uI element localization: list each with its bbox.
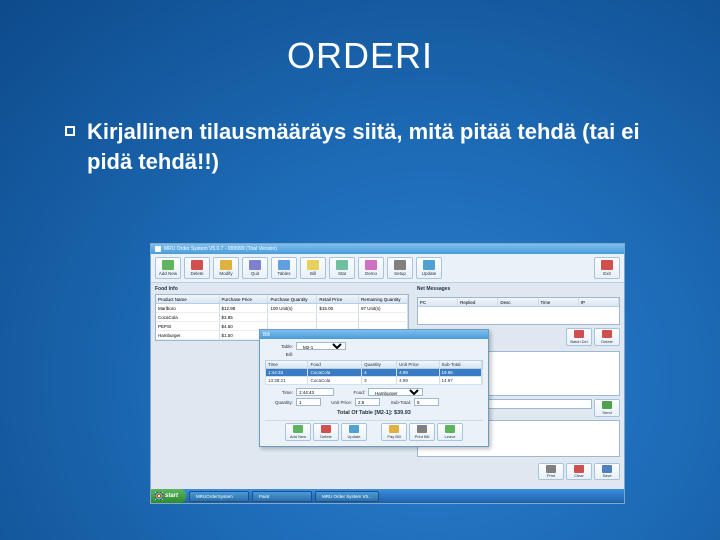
bill-delete-button[interactable]: Delete [313, 423, 339, 441]
delete-button[interactable]: Delete [184, 257, 210, 279]
net-table-header: PC Replied Desc Time IP [418, 298, 619, 307]
window-title: MRU Order System V5.0.7 - 999999 (Trial … [164, 246, 277, 252]
leave-button[interactable]: Leave [437, 423, 463, 441]
delete-icon [602, 330, 612, 338]
bullet-text: Kirjallinen tilausmääräys siitä, mitä pi… [87, 117, 670, 176]
bill-qty-label: Quantity: [265, 400, 293, 405]
bill-subtotal-label: Sub-Total: [383, 400, 411, 405]
bill-food-label: Food: [337, 390, 365, 395]
demo-button[interactable]: Demo [358, 257, 384, 279]
bill-qty-input[interactable] [296, 398, 321, 406]
bill-unitprice-label: Unit Price: [324, 400, 352, 405]
print-icon [417, 425, 427, 433]
bill-addnew-button[interactable]: Add New [285, 423, 311, 441]
bill-food-select[interactable]: Hamburger [368, 388, 423, 396]
table-row[interactable]: 1:44:33CocaCola44.9919.96 [265, 369, 483, 377]
exit-button[interactable]: Exit [594, 257, 620, 279]
taskbar-item[interactable]: Paint [252, 491, 312, 502]
bill-button[interactable]: Bill [300, 257, 326, 279]
exit-icon [601, 260, 613, 270]
bill-dialog[interactable]: Bill Table: M2-1 Bill: Time Food Quantit… [259, 329, 489, 447]
table-row[interactable]: Marlboro$12.98100 Unit(s)$15.0097 Unit(s… [156, 304, 408, 313]
main-toolbar: Add New Delete Modify Quit Tables Bill S… [151, 254, 624, 283]
demo-icon [365, 260, 377, 270]
quit-button[interactable]: Quit [242, 257, 268, 279]
bill-items-table[interactable]: Time Food Quantity Unit Price Sub-Total … [265, 360, 483, 385]
bill-time-label: Time: [265, 390, 293, 395]
net-messages-label: Net Messages [417, 286, 620, 292]
window-titlebar[interactable]: MRU Order System V5.0.7 - 999999 (Trial … [151, 244, 624, 254]
delete-icon [321, 425, 331, 433]
table-label: Table: [265, 344, 293, 349]
clear-button[interactable]: Clear [566, 463, 592, 481]
taskbar[interactable]: start MRUOrderSystemPaintMRU Order Syste… [151, 489, 624, 503]
bill-dialog-title[interactable]: Bill [260, 330, 488, 339]
pay-bill-button[interactable]: Pay Bill [381, 423, 407, 441]
bill-update-button[interactable]: Update [341, 423, 367, 441]
bill-time-input[interactable] [296, 388, 334, 396]
save-button[interactable]: Save [594, 463, 620, 481]
quit-icon [249, 260, 261, 270]
print-button[interactable]: Print [538, 463, 564, 481]
bill-unitprice-input[interactable] [355, 398, 380, 406]
delete-icon [191, 260, 203, 270]
food-table-header: Product Name Purchase Price Purchase Qua… [156, 295, 408, 304]
print-icon [546, 465, 556, 473]
tables-icon [278, 260, 290, 270]
table-select[interactable]: M2-1 [296, 342, 346, 350]
food-info-label: Food Info [155, 286, 409, 292]
net-messages-table[interactable]: PC Replied Desc Time IP [417, 297, 620, 325]
save-icon [602, 465, 612, 473]
update-icon [423, 260, 435, 270]
plus-icon [293, 425, 303, 433]
bill-label: Bill: [265, 352, 293, 357]
gear-icon [394, 260, 406, 270]
modify-button[interactable]: Modify [213, 257, 239, 279]
slide-title: ORDERI [0, 0, 720, 77]
app-icon [155, 246, 161, 252]
bullet-list: Kirjallinen tilausmääräys siitä, mitä pi… [65, 117, 670, 176]
update-button[interactable]: Update [416, 257, 442, 279]
edit-icon [220, 260, 232, 270]
add-new-button[interactable]: Add New [155, 257, 181, 279]
net-delete-button[interactable]: Delete [594, 328, 620, 346]
stat-button[interactable]: Stat [329, 257, 355, 279]
leave-icon [445, 425, 455, 433]
tables-button[interactable]: Tables [271, 257, 297, 279]
batch-del-button[interactable]: Batch Del [566, 328, 592, 346]
send-icon [602, 401, 612, 409]
send-button[interactable]: Send [594, 399, 620, 417]
bill-icon [307, 260, 319, 270]
table-row[interactable]: CocaCola$3.85 [156, 313, 408, 322]
bullet-marker-icon [65, 126, 75, 136]
pay-icon [389, 425, 399, 433]
batch-delete-icon [574, 330, 584, 338]
bill-subtotal-input[interactable] [414, 398, 439, 406]
clear-icon [574, 465, 584, 473]
app-window: MRU Order System V5.0.7 - 999999 (Trial … [150, 243, 625, 504]
bullet-item: Kirjallinen tilausmääräys siitä, mitä pi… [65, 117, 670, 176]
taskbar-item[interactable]: MRUOrderSystem [189, 491, 249, 502]
update-icon [349, 425, 359, 433]
bill-table-header: Time Food Quantity Unit Price Sub-Total [265, 360, 483, 369]
bill-total: Total Of Table [M2-1]: $39.93 [265, 410, 483, 416]
plus-icon [162, 260, 174, 270]
print-bill-button[interactable]: Print Bill [409, 423, 435, 441]
start-button[interactable]: start [151, 489, 186, 503]
setup-button[interactable]: Setup [387, 257, 413, 279]
stat-icon [336, 260, 348, 270]
table-row[interactable]: 13:38:21CocaCola34.9914.97 [265, 377, 483, 385]
taskbar-item[interactable]: MRU Order System V5... [315, 491, 379, 502]
